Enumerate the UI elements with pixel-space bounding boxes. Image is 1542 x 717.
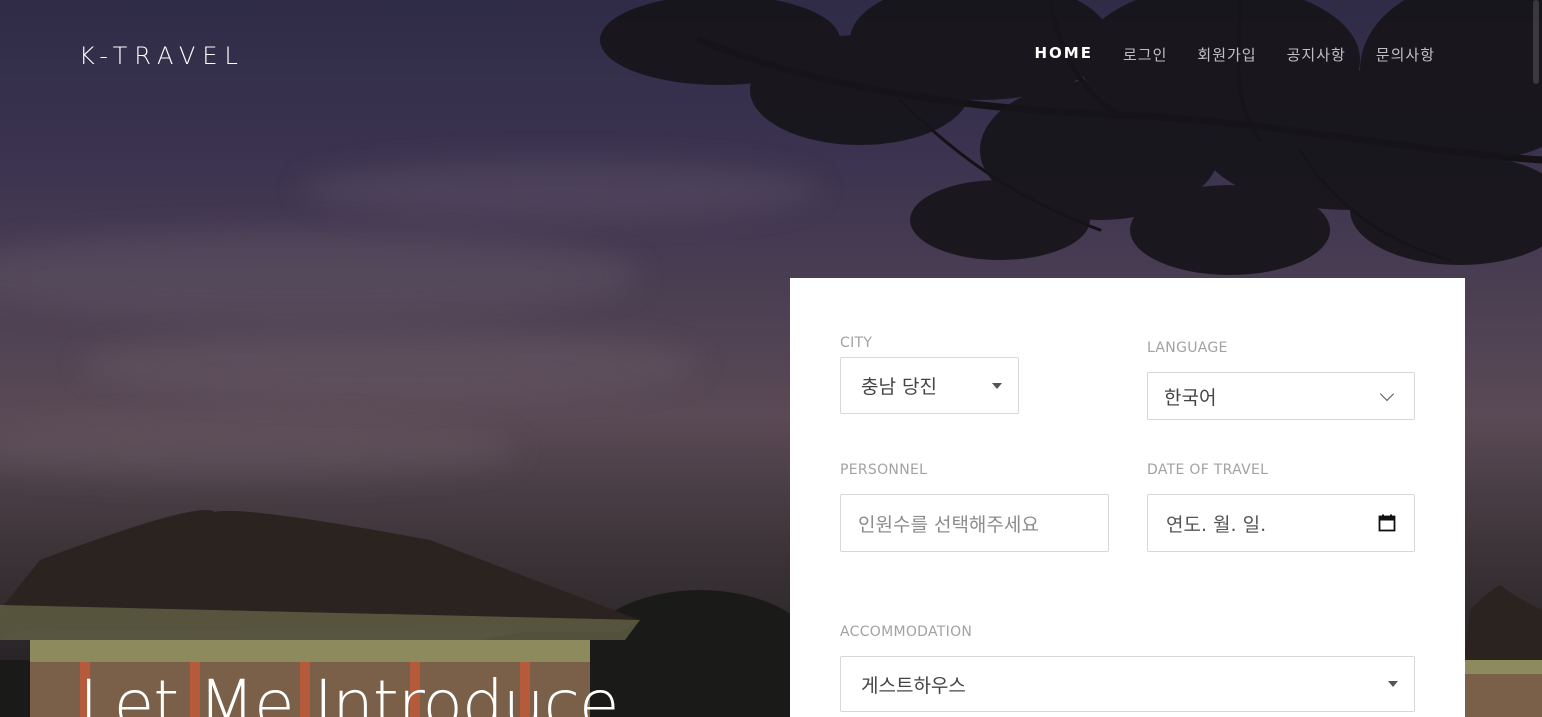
accommodation-value: 게스트하우스 xyxy=(861,674,966,697)
language-value: 한국어 xyxy=(1164,386,1217,409)
nav-item-login[interactable]: 로그인 xyxy=(1108,44,1182,65)
brand-logo[interactable]: K-TRAVEL xyxy=(79,42,245,70)
chevron-down-icon xyxy=(1379,386,1395,402)
city-select[interactable]: 충남 당진 xyxy=(840,357,1019,414)
search-panel: CITY 충남 당진 LANGUAGE 한국어 PERSONNEL 인원수를 선… xyxy=(790,278,1465,717)
scrollbar-thumb[interactable] xyxy=(1533,0,1539,84)
nav-item-home[interactable]: HOME xyxy=(1020,44,1108,65)
personnel-input[interactable]: 인원수를 선택해주세요 xyxy=(840,494,1109,552)
accommodation-label: ACCOMMODATION xyxy=(840,624,973,640)
personnel-label: PERSONNEL xyxy=(840,462,928,478)
main-nav: HOME 로그인 회원가입 공지사항 문의사항 xyxy=(1020,44,1451,65)
date-input[interactable]: 연도. 월. 일. xyxy=(1147,494,1415,552)
calendar-icon[interactable] xyxy=(1378,514,1396,532)
caret-down-icon xyxy=(1388,681,1398,687)
caret-down-icon xyxy=(992,382,1002,389)
hero-title: Let Me Introduce xyxy=(79,666,619,717)
date-label: DATE OF TRAVEL xyxy=(1147,462,1269,478)
city-value: 충남 당진 xyxy=(861,376,937,398)
personnel-placeholder: 인원수를 선택해주세요 xyxy=(858,513,1039,536)
nav-item-notices[interactable]: 공지사항 xyxy=(1272,44,1361,65)
date-placeholder: 연도. 월. 일. xyxy=(1166,513,1267,536)
accommodation-select[interactable]: 게스트하우스 xyxy=(840,656,1415,712)
city-label: CITY xyxy=(840,335,873,351)
language-select[interactable]: 한국어 xyxy=(1147,372,1415,420)
nav-item-signup[interactable]: 회원가입 xyxy=(1182,44,1271,65)
language-label: LANGUAGE xyxy=(1147,340,1228,356)
nav-item-inquiries[interactable]: 문의사항 xyxy=(1361,44,1450,65)
